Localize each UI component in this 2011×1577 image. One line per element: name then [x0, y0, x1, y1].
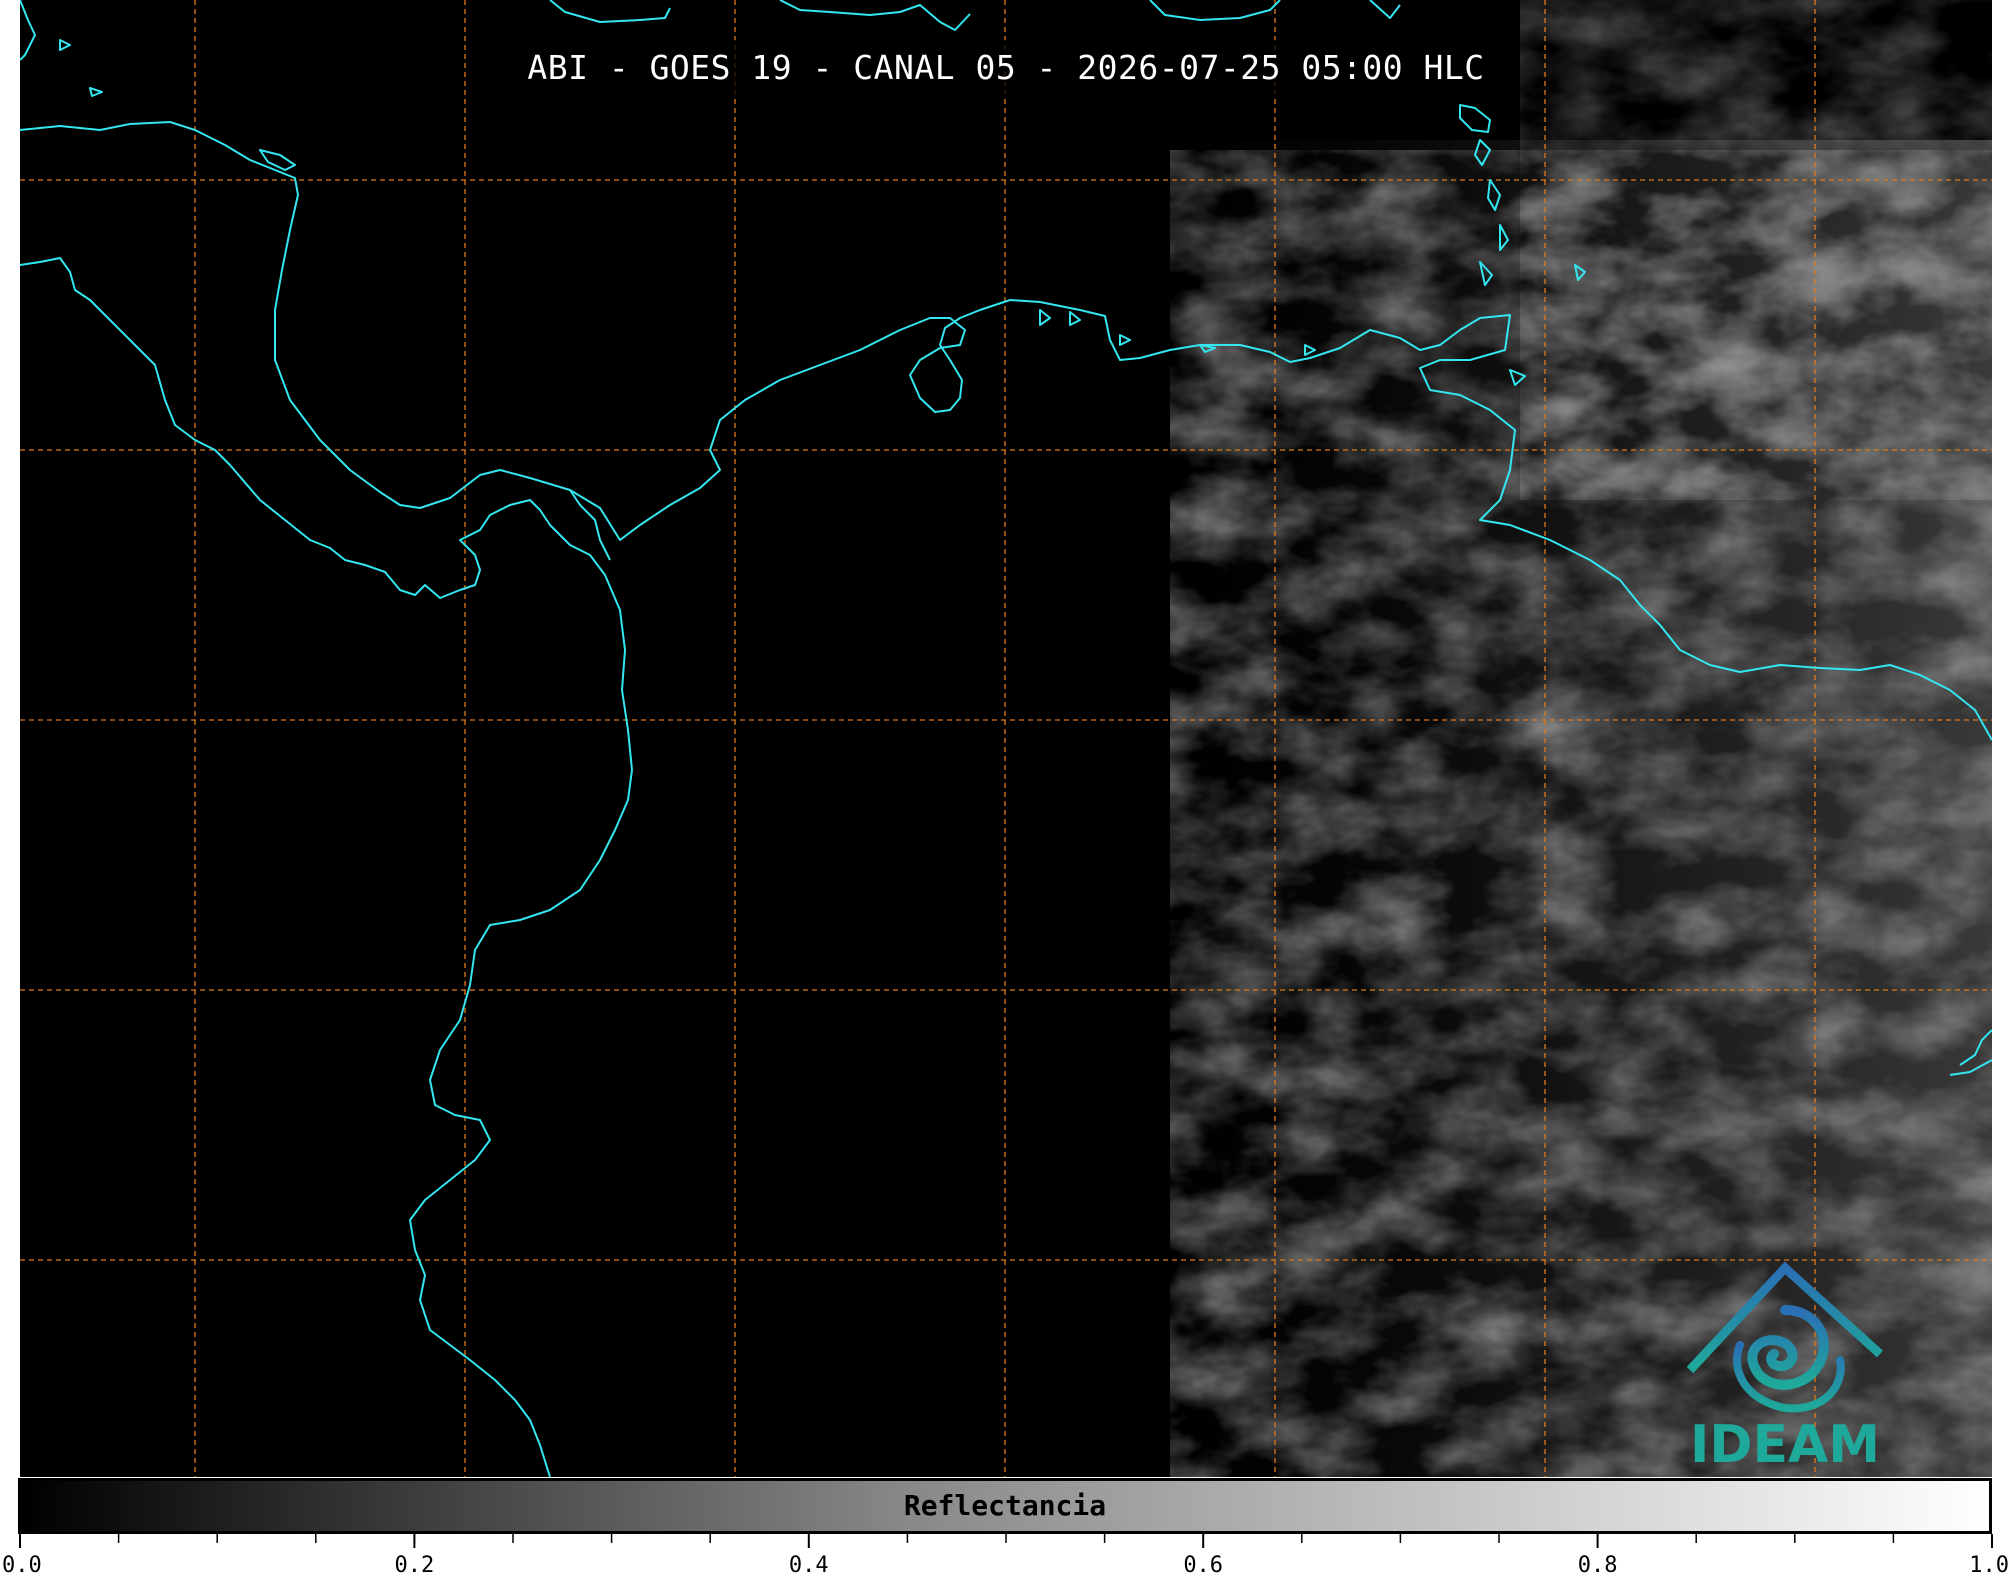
colorbar-tick-label: 0.4 — [789, 1553, 829, 1577]
satellite-map: ABI - GOES 19 - CANAL 05 - 2026-07-25 05… — [20, 0, 1992, 1477]
coast-caribbean-islands-north — [549, 0, 1401, 31]
ideam-logo: IDEAM — [1660, 1250, 1910, 1477]
colorbar: Reflectancia — [18, 1478, 1992, 1534]
island-small-4 — [1499, 224, 1509, 251]
ideam-logo-icon — [1686, 1261, 1884, 1413]
colorbar-tick-label: 0.2 — [395, 1553, 435, 1577]
colorbar-tick-label: 0.8 — [1578, 1553, 1618, 1577]
coast-central-america-north — [20, 121, 1992, 741]
island-small-6 — [1574, 264, 1586, 281]
colorbar-label: Reflectancia — [903, 1489, 1107, 1522]
coast-peninsula — [569, 489, 611, 561]
coast-east-edge — [1949, 1029, 1992, 1076]
island-small-7 — [1509, 369, 1526, 386]
colorbar-tick-label: 1.0 — [1969, 1553, 2009, 1577]
island-small-5 — [1479, 261, 1493, 286]
coast-pacific-central-america — [20, 257, 633, 1477]
colorbar-tick-label: 0.6 — [1183, 1553, 1223, 1577]
island-small-2 — [1474, 139, 1491, 166]
logo-text: IDEAM — [1689, 1415, 1881, 1475]
island-small-9 — [59, 39, 296, 171]
island-small-3 — [1487, 179, 1501, 211]
coast-west-edge — [20, 0, 36, 61]
colorbar-axis: 0.0 0.2 0.4 0.6 0.8 1.0 — [2, 1534, 2009, 1577]
island-small-1 — [1459, 104, 1491, 133]
colorbar-tick-label: 0.0 — [2, 1553, 42, 1577]
